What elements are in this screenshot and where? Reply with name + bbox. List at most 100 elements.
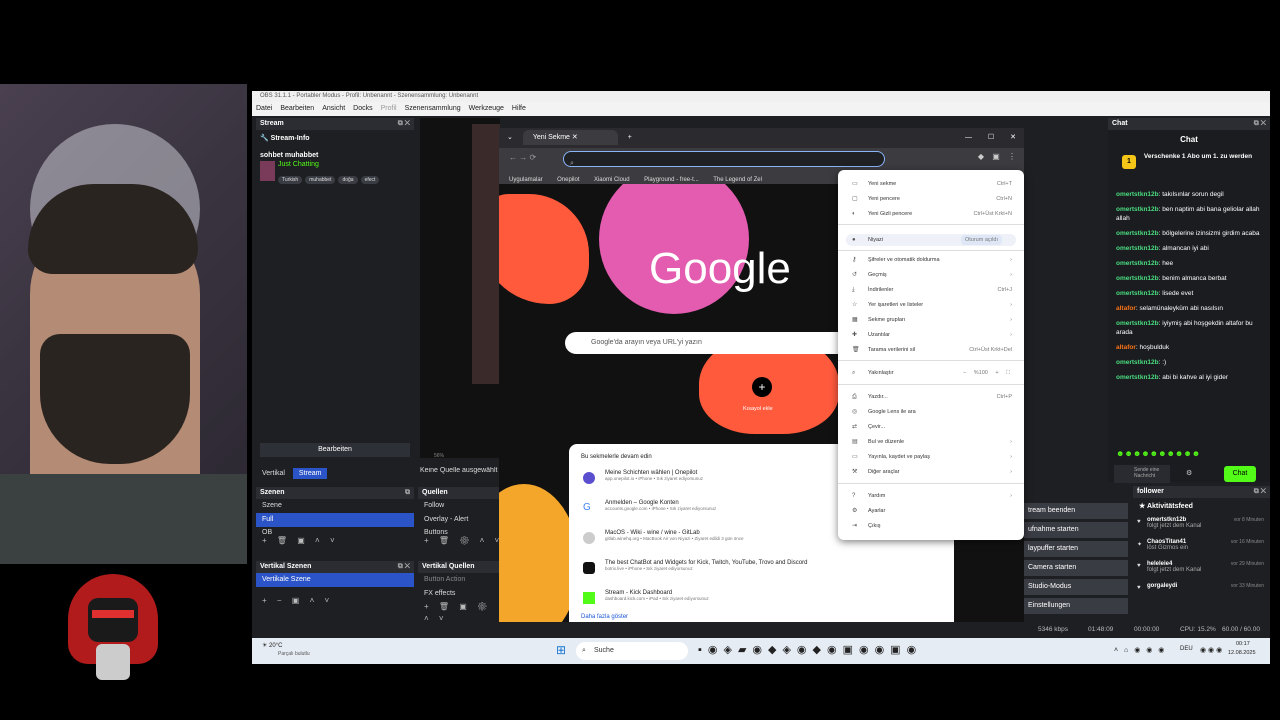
scenes-dock: Szenen ⧉ Szene Full OB + 🗑 ▣ ˄ ˅: [256, 487, 414, 559]
nav-back-icon[interactable]: ← → ⟳: [509, 153, 536, 162]
menu-incognito[interactable]: ◐ Yeni Gizli pencere Ctrl+Üst Krkt+N: [852, 208, 1016, 220]
start-virtual-camera-button[interactable]: Camera starten: [1024, 560, 1128, 576]
tab-new-tab[interactable]: Yeni Sekme ✕: [522, 130, 618, 145]
dock-close-icon[interactable]: ⧉ ✕: [398, 118, 410, 130]
menu-more-tools[interactable]: ⚒ Diğer araçlar ›: [852, 466, 1016, 478]
bookmark-item[interactable]: Onepilot: [557, 173, 579, 184]
channel-logo: [0, 564, 247, 720]
chat-message: omertstkn12b: :): [1116, 359, 1167, 366]
menu-find[interactable]: ▤ Bul ve düzenle ›: [852, 436, 1016, 448]
vertical-scene-item[interactable]: Vertikale Szene: [256, 573, 414, 587]
menu-cast[interactable]: ▭ Yayınla, kaydet ve paylaş ›: [852, 451, 1016, 463]
taskbar-apps[interactable]: ▪◉◈▰◉◆◈◉◆◉▣◉◉▣◉: [698, 643, 922, 656]
google-logo: Google: [649, 244, 791, 293]
clock-date[interactable]: 12.08.2025: [1228, 650, 1256, 656]
bookmark-item[interactable]: Uygulamalar: [509, 173, 543, 184]
bookmark-item[interactable]: Xiaomi Cloud: [594, 173, 630, 184]
menu-tools[interactable]: Werkzeuge: [469, 102, 504, 116]
menu-translate[interactable]: ⇄ Çevir...: [852, 421, 1016, 433]
stop-stream-button[interactable]: tream beenden: [1024, 503, 1128, 519]
dock-close-icon[interactable]: ⧉ ✕: [1254, 118, 1266, 130]
menu-new-window[interactable]: ▢ Yeni pencere Ctrl+N: [852, 193, 1016, 205]
start-replay-buffer-button[interactable]: laypuffer starten: [1024, 541, 1128, 557]
show-more-link[interactable]: Daha fazla göster: [569, 614, 954, 620]
menu-zoom[interactable]: ⌕ Yakınlaştır − %100 + ⛶: [852, 367, 1016, 379]
scenes-toolbar[interactable]: + 🗑 ▣ ˄ ˅: [256, 535, 414, 547]
feed-item: ♥ gorgaleydi vor 33 Minuten: [1137, 583, 1264, 591]
menu-docks[interactable]: Docks: [353, 102, 372, 116]
emote-bar[interactable]: ☻☻☻☻☻☻☻☻☻☻: [1108, 449, 1270, 461]
source-item[interactable]: Follow: [418, 499, 502, 513]
menu-bookmarks[interactable]: ☆ Yer işaretleri ve listeler ›: [852, 299, 1016, 311]
chat-messages: omertstkn12b: takılsınlar sorun degil om…: [1108, 177, 1270, 449]
edit-button[interactable]: Bearbeiten: [260, 443, 410, 457]
weather-widget[interactable]: ☀ 20°C: [262, 642, 282, 649]
tab-vertical[interactable]: Vertikal: [256, 470, 291, 477]
menu-settings[interactable]: ⚙ Ayarlar: [852, 505, 1016, 517]
bookmark-item[interactable]: Playground - free-t...: [644, 173, 699, 184]
add-shortcut-label: Kısayol ekle: [743, 406, 773, 412]
settings-button[interactable]: Einstellungen: [1024, 598, 1128, 614]
new-tab-plus-icon[interactable]: +: [620, 134, 640, 141]
continue-item[interactable]: The best ChatBot and Widgets for Kick, T…: [569, 558, 954, 588]
chrome-menu-icon[interactable]: ◆ ▣ ⋮: [978, 152, 1016, 161]
menu-downloads[interactable]: ⤓ İndirilenler Ctrl+J: [852, 284, 1016, 296]
google-search-box[interactable]: Google'da arayın veya URL'yi yazın: [565, 332, 865, 354]
menu-profile[interactable]: ● Niyazi Oturum açıldı: [846, 234, 1016, 246]
scene-item[interactable]: Szene: [256, 499, 414, 513]
tray-icons[interactable]: ˄ ⌂ ◉ ◉ ◉: [1114, 646, 1164, 654]
google-icon: G: [583, 502, 591, 513]
clock-time[interactable]: 00:17: [1236, 641, 1250, 647]
tab-stream[interactable]: Stream: [292, 468, 328, 479]
studio-mode-button[interactable]: Studio-Modus: [1024, 579, 1128, 595]
tab-close-icon[interactable]: ✕: [572, 134, 578, 141]
menu-tab-groups[interactable]: ▦ Sekme grupları ›: [852, 314, 1016, 326]
menu-clear-data[interactable]: 🗑 Tarama verilerini sil Ctrl+Üst Krkt+Del: [852, 344, 1016, 356]
menu-edit[interactable]: Bearbeiten: [280, 102, 314, 116]
address-bar[interactable]: ⌕: [563, 151, 885, 167]
dock-float-icon[interactable]: ⧉: [405, 487, 410, 499]
scene-item[interactable]: Full: [256, 513, 414, 527]
add-shortcut-icon[interactable]: +: [752, 377, 772, 397]
menu-view[interactable]: Ansicht: [322, 102, 345, 116]
vertical-source-item[interactable]: Button Action: [418, 573, 502, 587]
continue-item[interactable]: Stream - Kick Dashboard dashboard.kick.co…: [569, 588, 954, 614]
dock-close-icon[interactable]: ⧉ ✕: [1254, 486, 1266, 498]
menu-file[interactable]: Datei: [256, 102, 272, 116]
source-item[interactable]: Buttons: [418, 527, 502, 535]
tab-search-icon[interactable]: ⌄: [499, 134, 521, 141]
sources-toolbar[interactable]: + 🗑 ⚙ ˄ ˅: [418, 535, 502, 547]
menu-profile[interactable]: Profil: [381, 102, 397, 116]
menu-print[interactable]: ⎙ Yazdır... Ctrl+P: [852, 391, 1016, 403]
menu-passwords[interactable]: ⚷ Şifreler ve otomatik doldurma ›: [852, 254, 1016, 266]
menu-help[interactable]: ? Yardım ›: [852, 490, 1016, 502]
download-icon: ⤓: [852, 287, 855, 293]
vertical-source-item[interactable]: FX effects: [418, 587, 502, 601]
menu-new-tab[interactable]: ▭ Yeni sekme Ctrl+T: [852, 178, 1016, 190]
chat-input[interactable]: Sende eine Nachricht: [1114, 465, 1170, 483]
source-item[interactable]: Overlay - Alert: [418, 513, 502, 527]
start-icon[interactable]: ⊞: [556, 643, 566, 657]
vertical-sources-toolbar[interactable]: + 🗑 ▣ ⚙ ˄ ˅: [418, 601, 502, 623]
taskbar-search[interactable]: ⌕ Suche: [576, 642, 688, 660]
start-recording-button[interactable]: ufnahme starten: [1024, 522, 1128, 538]
chat-message: omertstkn12b: iyiymiş abi hoşgekdin alta…: [1116, 320, 1253, 336]
volume-icon[interactable]: ◉ ◉ ◉: [1200, 646, 1222, 654]
vertical-scenes-toolbar[interactable]: + − ▣ ˄ ˅: [256, 595, 414, 607]
chat-send-button[interactable]: Chat: [1224, 466, 1256, 482]
menu-history[interactable]: ↺ Geçmiş ›: [852, 269, 1016, 281]
kick-icon: [583, 592, 595, 604]
scene-item[interactable]: OB: [256, 527, 414, 535]
dock-close-icon[interactable]: ⧉ ✕: [398, 561, 410, 573]
language-indicator[interactable]: DEU: [1180, 646, 1193, 652]
gift-banner[interactable]: 1 Verschenke 1 Abo um 1. zu werden: [1108, 149, 1270, 177]
menu-extensions[interactable]: ✚ Uzantılar ›: [852, 329, 1016, 341]
chat-settings-icon[interactable]: ⚙: [1186, 469, 1192, 477]
menu-help[interactable]: Hilfe: [512, 102, 526, 116]
menu-scene-collection[interactable]: Szenensammlung: [405, 102, 461, 116]
menu-exit[interactable]: ⇥ Çıkış: [852, 520, 1016, 532]
menu-lens[interactable]: ◎ Google Lens ile ara: [852, 406, 1016, 418]
trash-icon: 🗑: [852, 347, 860, 353]
window-controls[interactable]: — ☐ ✕: [965, 128, 1016, 148]
bookmark-item[interactable]: The Legend of Zel: [713, 173, 762, 184]
